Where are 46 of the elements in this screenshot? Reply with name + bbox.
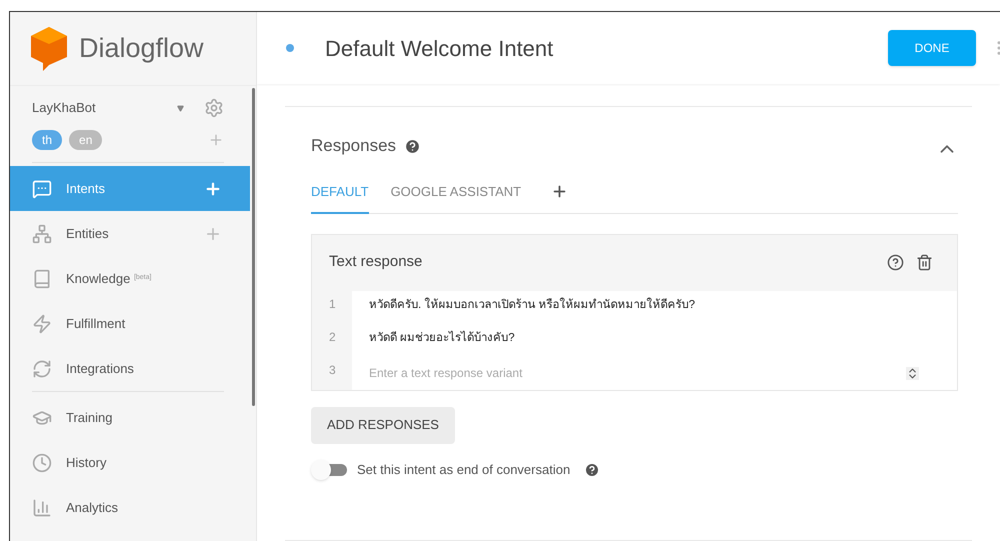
delete-icon[interactable] (916, 254, 933, 271)
nav-item[interactable]: Integrations (10, 346, 250, 391)
nav-label: Entities (66, 224, 110, 243)
response-text[interactable]: หวัดดี ผมช่วยอะไรได้บ้างคับ? (369, 324, 515, 356)
line-number: 3 (312, 356, 352, 390)
add-responses-button[interactable]: ADD RESPONSES (311, 406, 455, 444)
bar-chart-icon (32, 498, 52, 518)
add-tab-icon[interactable] (551, 182, 568, 200)
lightning-icon (32, 314, 52, 334)
nav-label: Analytics (66, 498, 120, 517)
toggle-switch[interactable] (311, 460, 347, 480)
speech-bubble-icon (32, 178, 52, 198)
nav-item[interactable]: Knowledge $^{[beta]}$ (10, 256, 250, 301)
toggle-label: Set this intent as end of conversation (357, 460, 570, 479)
nav-label: Training (66, 408, 114, 427)
settings-icon[interactable] (204, 98, 224, 118)
nav-item[interactable]: Analytics (10, 485, 250, 530)
nav-label: Intents (66, 180, 106, 198)
intent-title: Default Welcome Intent (325, 34, 554, 62)
nav-item[interactable]: Entities (10, 211, 250, 256)
cube-logo-icon (31, 26, 67, 70)
response-text[interactable]: หวัดดีครับ. ให้ผมบอกเวลาเปิดร้าน หรือให้ผมทำนัดหมายให้ดีครับ? (369, 290, 695, 324)
line-number: 1 (312, 290, 352, 324)
resize-icon[interactable] (906, 366, 919, 380)
dropdown-caret-icon[interactable] (177, 104, 184, 112)
section-title: Responses (311, 135, 396, 158)
response-input[interactable]: Enter a text response variant (369, 364, 906, 382)
clock-icon (32, 452, 52, 472)
nav-item[interactable]: Fulfillment (10, 301, 250, 346)
response-tab[interactable]: GOOGLE ASSISTANT (390, 178, 522, 214)
refresh-icon (32, 358, 52, 378)
app-logo-text: Dialogflow (79, 32, 204, 66)
nav-label: Knowledge $^{[beta]}$ (66, 270, 152, 288)
agent-name: LayKhaBot (32, 99, 97, 118)
nav-item[interactable]: Training (10, 395, 250, 440)
scrollbar[interactable] (252, 88, 255, 406)
add-icon[interactable] (204, 180, 222, 198)
hierarchy-icon (32, 224, 52, 244)
book-icon (32, 268, 52, 288)
nav-item[interactable]: History (10, 440, 250, 485)
nav-label: History (66, 454, 108, 472)
nav-label: Fulfillment (66, 314, 126, 333)
card-title: Text response (329, 252, 424, 272)
help-icon[interactable] (887, 254, 904, 271)
nav-label: Integrations (66, 360, 135, 378)
line-number: 2 (312, 324, 352, 356)
